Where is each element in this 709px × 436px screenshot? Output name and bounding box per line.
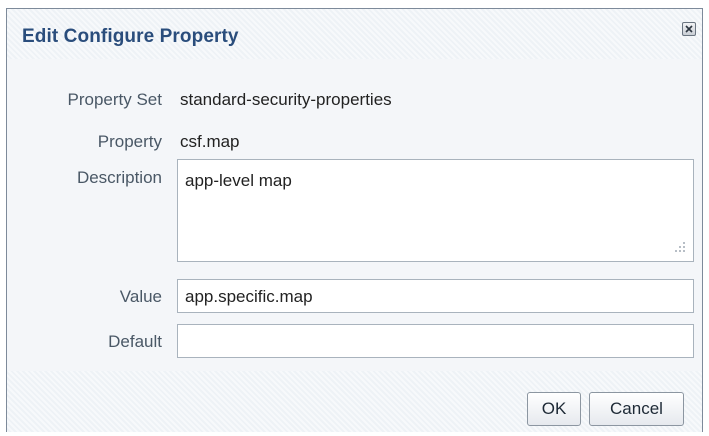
ok-button[interactable]: OK bbox=[527, 392, 581, 426]
edit-configure-property-dialog: Edit Configure Property Property Set sta… bbox=[6, 8, 703, 432]
property-set-value: standard-security-properties bbox=[180, 90, 392, 109]
default-input[interactable] bbox=[177, 324, 694, 358]
value-input[interactable]: app.specific.map bbox=[177, 279, 694, 313]
dialog-titlebar: Edit Configure Property bbox=[7, 9, 702, 59]
value-input-text: app.specific.map bbox=[185, 287, 313, 306]
description-text: app-level map bbox=[185, 171, 292, 190]
property-set-label: Property Set bbox=[67, 90, 163, 109]
description-label: Description bbox=[76, 168, 162, 187]
close-icon bbox=[685, 25, 693, 33]
dialog-title: Edit Configure Property bbox=[22, 26, 239, 47]
cancel-button[interactable]: Cancel bbox=[589, 392, 684, 426]
description-textarea[interactable]: app-level map bbox=[177, 159, 694, 262]
value-label: Value bbox=[119, 287, 162, 306]
property-label: Property bbox=[97, 132, 162, 151]
dialog-footer: OK Cancel bbox=[7, 371, 702, 432]
resize-grip-icon[interactable] bbox=[674, 241, 686, 253]
default-label: Default bbox=[108, 332, 162, 351]
close-button[interactable] bbox=[682, 22, 696, 36]
property-value: csf.map bbox=[180, 132, 240, 151]
